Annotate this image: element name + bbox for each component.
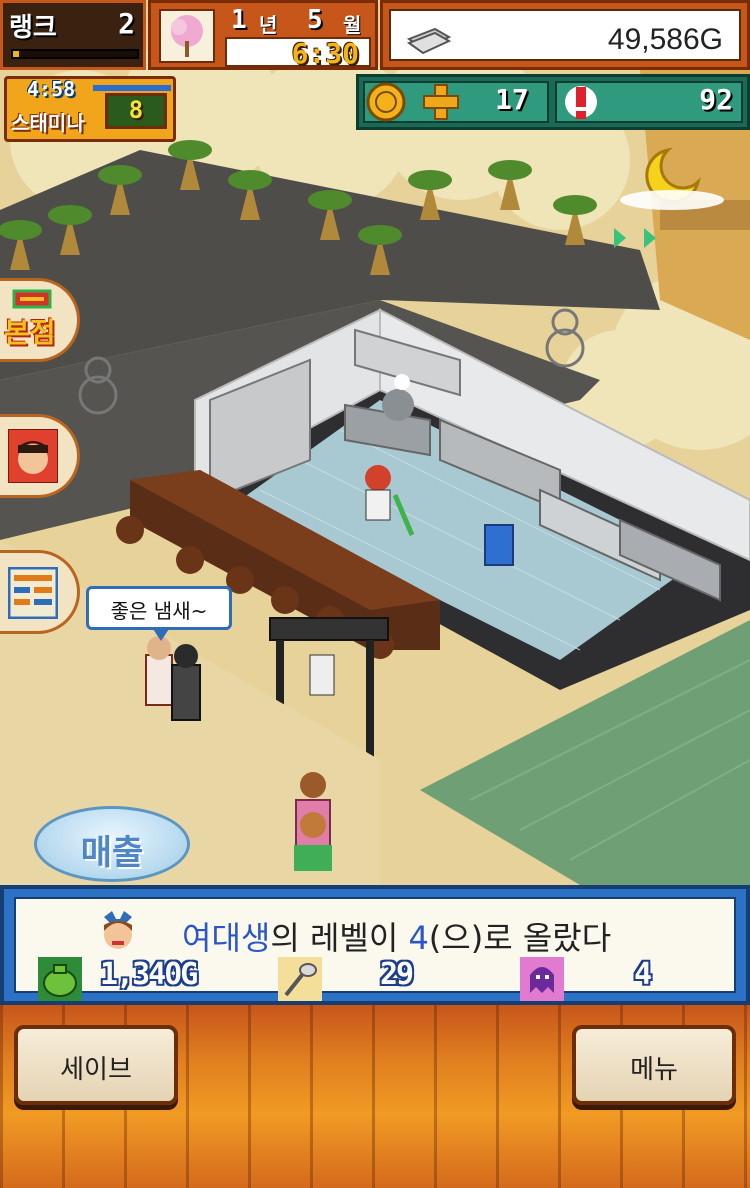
menu-button-label: 메뉴 xyxy=(630,1055,678,1085)
store-sign-icon xyxy=(12,289,52,313)
reward-other: 4 xyxy=(634,957,652,992)
stats-panel: 17 92 xyxy=(356,74,750,130)
month-value: 5 xyxy=(307,5,323,35)
notification-panel: 여대생의 레벨이 4(으)로 올랐다 1,340G 29 4 xyxy=(0,885,750,1005)
reward-taste: 29 xyxy=(380,957,414,992)
sales-button[interactable]: 매출 xyxy=(34,806,190,882)
notification-subject: 여대생 xyxy=(182,919,271,957)
alert-icon xyxy=(561,81,601,127)
year-unit: 년 xyxy=(259,13,278,37)
sales-button-label: 매출 xyxy=(80,833,144,873)
points-value: 17 xyxy=(495,83,529,116)
money-panel: 49,586G xyxy=(380,0,750,70)
speech-bubble: 좋은 냄새~ xyxy=(86,586,232,641)
stamina-box: 8 xyxy=(105,93,167,129)
rank-value: 2 xyxy=(118,7,135,40)
fans-value: 92 xyxy=(699,83,733,116)
save-button-label: 세이브 xyxy=(60,1055,132,1085)
calendar-panel[interactable]: 1 년 5 월 6:30 xyxy=(148,0,378,70)
speech-bubble-tail xyxy=(153,629,169,641)
money-display: 49,586G xyxy=(389,9,741,61)
clock-time: 6:30 xyxy=(291,37,359,70)
staff-tab[interactable] xyxy=(0,414,80,498)
cherry-blossom-icon xyxy=(159,9,215,63)
store-tab-label: 본점 xyxy=(4,316,56,349)
speech-bubble-text: 좋은 냄새~ xyxy=(110,599,208,623)
ghost-icon xyxy=(520,957,564,1001)
menu-button[interactable]: 메뉴 xyxy=(572,1025,736,1105)
spoon-icon xyxy=(278,957,322,1001)
save-button[interactable]: 세이브 xyxy=(14,1025,178,1105)
notification-message: 여대생의 레벨이 4(으)로 올랐다 xyxy=(182,913,611,959)
recipe-menu-tab[interactable] xyxy=(0,550,80,634)
money-bag-icon xyxy=(38,957,82,1001)
rank-label: 랭크 xyxy=(9,13,57,43)
stamina-timer: 4:58 xyxy=(27,77,76,101)
student-avatar-icon xyxy=(98,909,138,957)
menu-board-icon xyxy=(7,566,59,623)
month-unit: 월 xyxy=(343,13,362,37)
plus-icon xyxy=(421,81,461,127)
stamina-label: 스태미나 xyxy=(11,111,85,135)
notification-inner: 여대생의 레벨이 4(으)로 올랐다 1,340G 29 4 xyxy=(14,897,736,1001)
notification-end: (으)로 올랐다 xyxy=(428,919,612,957)
coin-icon xyxy=(365,81,407,127)
stamina-timer-bar xyxy=(93,85,171,91)
rank-progress-fill xyxy=(13,51,20,57)
money-bills-icon xyxy=(405,25,453,59)
reward-money: 1,340G xyxy=(100,957,198,992)
notification-level: 4 xyxy=(408,919,429,957)
rank-panel[interactable]: 랭크 2 xyxy=(0,0,146,70)
notification-middle: 의 레벨이 xyxy=(270,919,409,957)
year-value: 1 xyxy=(231,5,247,35)
stamina-value: 8 xyxy=(128,96,144,124)
store-tab[interactable]: 본점 xyxy=(0,278,80,362)
rank-progress-bar xyxy=(11,49,139,59)
bottom-bar: 세이브 메뉴 xyxy=(0,1005,750,1188)
money-amount: 49,586G xyxy=(607,23,723,56)
clock-box: 6:30 xyxy=(225,37,371,70)
stamina-panel: 4:58 스태미나 8 xyxy=(4,76,176,142)
staff-face-icon xyxy=(7,428,59,487)
